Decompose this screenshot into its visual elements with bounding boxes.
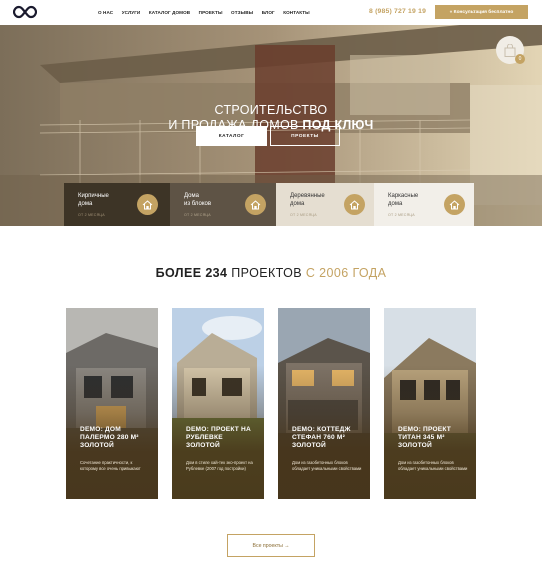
nav-about[interactable]: О НАС: [98, 10, 113, 15]
category-brick-houses[interactable]: Кирпичные дома ОТ 2 МЕСЯЦА: [64, 183, 170, 226]
site-header: О НАС УСЛУГИ КАТАЛОГ ДОМОВ ПРОЕКТЫ ОТЗЫВ…: [0, 0, 542, 25]
category-label: Дома из блоков: [184, 193, 212, 207]
category-label: Деревянные дома: [290, 193, 325, 207]
projects-section-title: БОЛЕЕ 234 ПРОЕКТОВ С 2006 ГОДА: [155, 266, 387, 280]
project-card-stefan[interactable]: DEMO: КОТТЕДЖ СТЕФАН 760 М² ЗОЛОТОЙ Дом …: [278, 308, 370, 499]
house-icon: [137, 194, 158, 215]
hero-title-line1: СТРОИТЕЛЬСТВО: [214, 103, 328, 117]
nav-reviews[interactable]: ОТЗЫВЫ: [231, 10, 253, 15]
category-wooden-houses[interactable]: Деревянные дома ОТ 2 МЕСЯЦА: [276, 183, 374, 226]
project-description: Сочетание практичности, к которому все о…: [80, 460, 141, 471]
category-label: Кирпичные дома: [78, 193, 109, 207]
house-icon: [444, 194, 465, 215]
project-title: DEMO: ПРОЕКТ НА РУБЛЕВКЕ ЗОЛОТОЙ: [186, 426, 251, 450]
nav-blog[interactable]: БЛОГ: [262, 10, 275, 15]
house-icon: [245, 194, 266, 215]
project-description: Дом в стиле хай-тек эко-проект на Рублев…: [186, 460, 253, 471]
project-title: DEMO: КОТТЕДЖ СТЕФАН 760 М² ЗОЛОТОЙ: [292, 426, 351, 450]
project-description: Дом из газобетонных блоков обладает уник…: [398, 460, 468, 471]
category-sub: ОТ 2 МЕСЯЦА: [290, 213, 317, 217]
nav-services[interactable]: УСЛУГИ: [122, 10, 141, 15]
nav-projects[interactable]: ПРОЕКТЫ: [199, 10, 223, 15]
catalog-button[interactable]: КАТАЛОГ: [196, 126, 267, 146]
project-title: DEMO: ПРОЕКТ ТИТАН 345 М² ЗОЛОТОЙ: [398, 426, 452, 450]
project-card-titan[interactable]: DEMO: ПРОЕКТ ТИТАН 345 М² ЗОЛОТОЙ Дом из…: [384, 308, 476, 499]
all-projects-button[interactable]: Все проекты →: [227, 534, 315, 557]
category-frame-houses[interactable]: Каркасные дома ОТ 2 МЕСЯЦА: [374, 183, 474, 226]
category-label: Каркасные дома: [388, 193, 419, 207]
phone-number[interactable]: 8 (985) 727 19 19: [369, 8, 426, 15]
shopping-bag-icon: [504, 43, 516, 57]
category-sub: ОТ 2 МЕСЯЦА: [388, 213, 415, 217]
consultation-button[interactable]: « Консультация бесплатно: [435, 5, 528, 19]
project-card-rublevka[interactable]: DEMO: ПРОЕКТ НА РУБЛЕВКЕ ЗОЛОТОЙ Дом в с…: [172, 308, 264, 499]
nav-contacts[interactable]: КОНТАКТЫ: [283, 10, 310, 15]
infinity-logo-icon[interactable]: [13, 5, 37, 19]
house-icon: [344, 194, 365, 215]
project-description: Дом из газобетонных блоков обладает уник…: [292, 460, 362, 471]
projects-button[interactable]: ПРОЕКТЫ: [270, 126, 340, 146]
category-sub: ОТ 2 МЕСЯЦА: [78, 213, 105, 217]
project-title: DEMO: ДОМ ПАЛЕРМО 280 М² ЗОЛОТОЙ: [80, 426, 139, 450]
nav-catalog[interactable]: КАТАЛОГ ДОМОВ: [149, 10, 190, 15]
cart-count-badge: 0: [515, 54, 525, 64]
main-nav: О НАС УСЛУГИ КАТАЛОГ ДОМОВ ПРОЕКТЫ ОТЗЫВ…: [98, 10, 318, 15]
category-sub: ОТ 2 МЕСЯЦА: [184, 213, 211, 217]
project-card-palermo[interactable]: DEMO: ДОМ ПАЛЕРМО 280 М² ЗОЛОТОЙ Сочетан…: [66, 308, 158, 499]
category-block-houses[interactable]: Дома из блоков ОТ 2 МЕСЯЦА: [170, 183, 276, 226]
